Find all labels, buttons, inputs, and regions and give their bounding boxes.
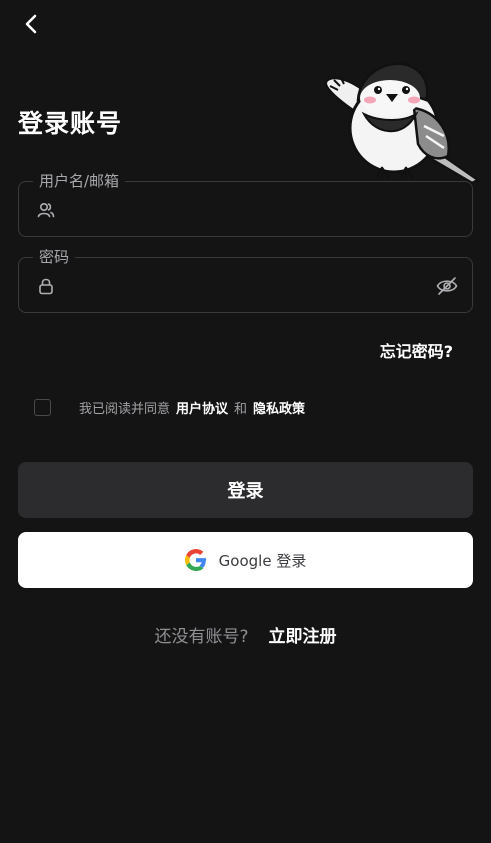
- back-button[interactable]: [18, 10, 46, 38]
- agreement-prefix: 我已阅读并同意: [79, 401, 171, 417]
- agreement-checkbox[interactable]: [34, 398, 51, 416]
- username-field[interactable]: 用户名/邮箱: [18, 172, 473, 237]
- chevron-left-icon: [25, 14, 37, 34]
- agreement-and: 和: [234, 401, 248, 417]
- google-logo-icon: [184, 549, 206, 571]
- mascot-bird-illustration: [324, 62, 481, 185]
- username-input[interactable]: [67, 192, 422, 230]
- password-field[interactable]: 密码: [18, 248, 473, 313]
- username-label: 用户名/邮箱: [33, 172, 126, 190]
- page-title: 登录账号: [18, 109, 123, 138]
- eye-off-icon[interactable]: [436, 276, 458, 296]
- google-button-label: Google 登录: [218, 551, 307, 570]
- agreement-row: 我已阅读并同意 用户协议 和 隐私政策: [34, 396, 311, 418]
- terms-link[interactable]: 用户协议: [176, 398, 228, 417]
- login-button-label: 登录: [227, 481, 264, 502]
- user-icon: [37, 202, 55, 218]
- signup-link[interactable]: 立即注册: [269, 622, 337, 647]
- password-input[interactable]: [67, 268, 422, 306]
- forgot-password-link[interactable]: 忘记密码?: [380, 338, 453, 362]
- privacy-link[interactable]: 隐私政策: [253, 398, 305, 417]
- signup-row: 还没有账号? 立即注册: [0, 622, 491, 647]
- google-login-button[interactable]: Google 登录: [18, 532, 473, 588]
- password-label: 密码: [33, 248, 76, 266]
- signup-question: 还没有账号?: [154, 627, 249, 647]
- login-button[interactable]: 登录: [18, 462, 473, 518]
- lock-icon: [39, 278, 53, 295]
